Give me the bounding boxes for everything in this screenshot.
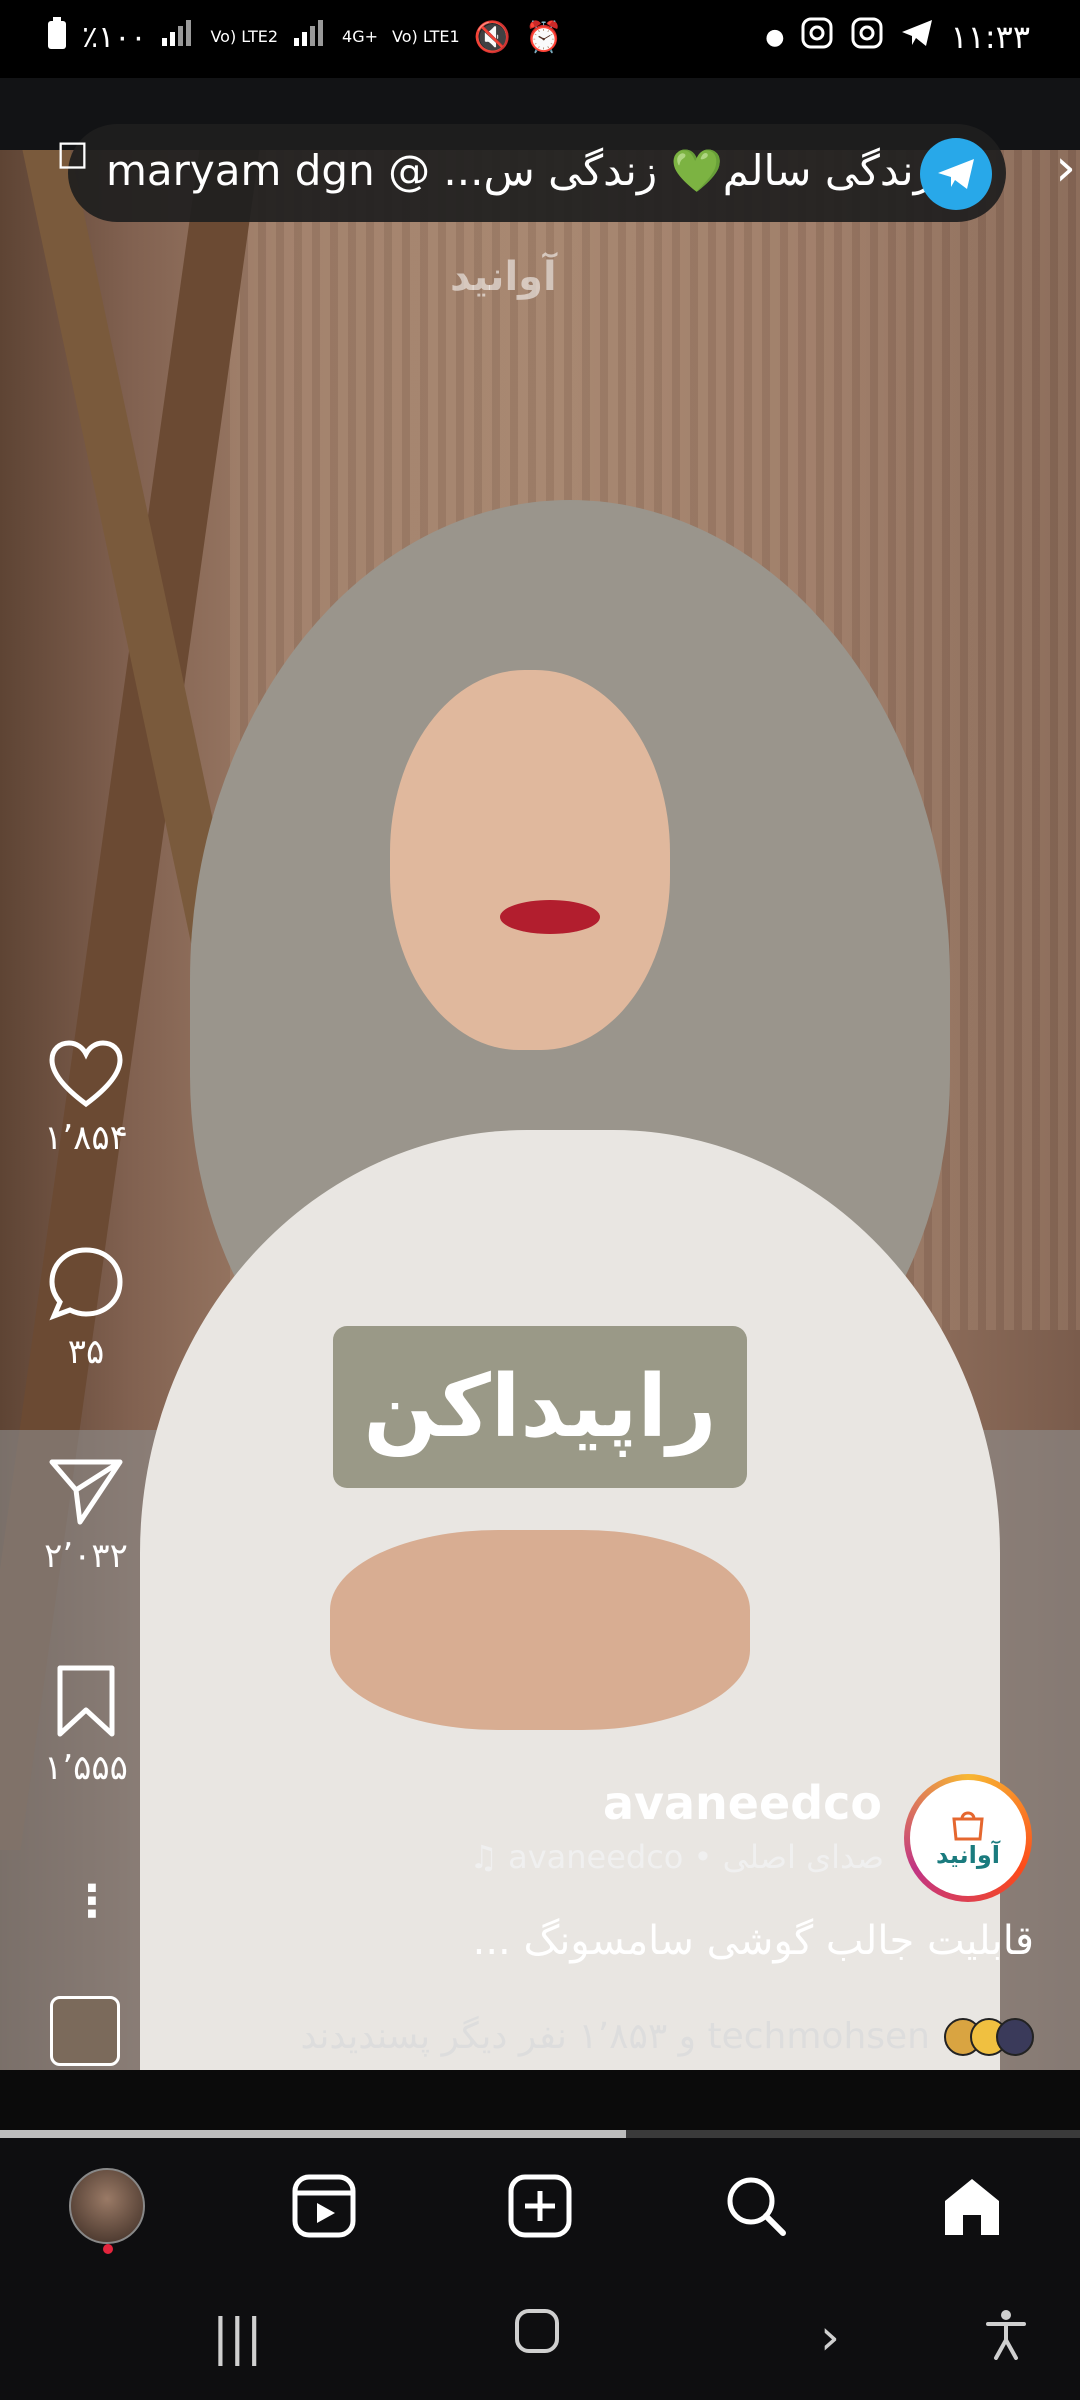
mute-icon: 🔇: [473, 19, 511, 55]
reels-icon: [292, 2174, 356, 2238]
send-icon: [49, 1459, 123, 1525]
author-username[interactable]: avaneedco: [603, 1776, 882, 1830]
audio-text: avaneedco • صدای اصلی: [508, 1838, 884, 1876]
like-count: ۱٬۸۵۴: [44, 1118, 128, 1158]
battery-percent: ٪۱۰۰: [82, 19, 147, 55]
camera-icon[interactable]: ◻: [56, 130, 89, 176]
network-label-1: Vo) LTE2: [210, 27, 279, 46]
promo-banner-text: maryam dgn @ ...زندگی سالم💚 زندگی س: [106, 146, 934, 195]
reel-video[interactable]: [0, 150, 1080, 2070]
forward-arrow-icon[interactable]: ›: [1055, 138, 1076, 198]
dot-icon: ●: [765, 24, 785, 50]
home-system-icon[interactable]: [514, 2308, 560, 2366]
bottom-nav: [0, 2138, 1080, 2268]
music-note-icon: ♫: [469, 1838, 499, 1876]
more-options-icon[interactable]: ⋮: [70, 1880, 114, 1924]
signal-icon: [160, 18, 196, 56]
liker-avatars: [944, 2017, 1034, 2056]
liked-by-row[interactable]: techmohsen و ۱٬۸۵۳ نفر دیگر پسندیدند: [300, 2016, 1034, 2057]
author-avatar[interactable]: آوانید: [904, 1774, 1032, 1902]
shopping-bag-icon: [952, 1811, 984, 1841]
plus-icon: [508, 2174, 572, 2238]
avatar-label: آوانید: [935, 1841, 1001, 1869]
nav-home[interactable]: [932, 2166, 1012, 2246]
save-button[interactable]: ۱٬۵۵۵: [36, 1664, 136, 1788]
recent-apps-icon[interactable]: |||: [212, 2308, 263, 2366]
accessibility-icon[interactable]: [984, 2308, 1028, 2372]
profile-avatar: [69, 2168, 145, 2244]
share-count: ۲٬۰۳۲: [44, 1536, 128, 1576]
network-label-2: 4G+: [342, 27, 379, 46]
reel-description[interactable]: قابلیت جالب گوشی سامسونگ ...: [473, 1918, 1034, 1964]
telegram-status-icon: [900, 18, 934, 56]
audio-thumbnail[interactable]: [50, 1996, 120, 2066]
video-caption-overlay: راپیداکن: [333, 1326, 747, 1488]
status-bar-right: ● ۱۱:۳۳: [765, 16, 1030, 58]
hands: [330, 1530, 750, 1730]
nav-profile[interactable]: [67, 2166, 147, 2254]
video-progress-bar[interactable]: [0, 2130, 1080, 2138]
lips: [500, 900, 600, 934]
home-icon: [945, 2179, 999, 2235]
nav-search[interactable]: [716, 2166, 796, 2246]
signal-icon-2: [292, 18, 328, 56]
bookmark-icon: [57, 1665, 115, 1737]
nav-reels[interactable]: [284, 2166, 364, 2246]
clock: ۱۱:۳۳: [950, 18, 1030, 56]
status-bar: ٪۱۰۰ Vo) LTE2 4G+ Vo) LTE1 🔇 ⏰ ● ۱۱:۳۳: [0, 0, 1080, 78]
video-progress-fill: [0, 2130, 627, 2138]
network-label-3: Vo) LTE1: [392, 27, 460, 46]
share-button[interactable]: ۲٬۰۳۲: [36, 1456, 136, 1576]
save-count: ۱٬۵۵۵: [44, 1748, 128, 1788]
battery-icon: [46, 16, 68, 58]
comment-count: ۳۵: [67, 1332, 105, 1372]
heart-icon: [49, 1040, 123, 1108]
avatar: [996, 2017, 1034, 2056]
comment-button[interactable]: ۳۵: [36, 1246, 136, 1372]
back-icon[interactable]: ›: [820, 2308, 840, 2366]
comment-icon: [49, 1247, 123, 1321]
notification-dot: [103, 2244, 113, 2254]
promo-banner[interactable]: maryam dgn @ ...زندگی سالم💚 زندگی س: [68, 124, 1006, 222]
face: [390, 670, 670, 1050]
status-bar-left: ٪۱۰۰ Vo) LTE2 4G+ Vo) LTE1 🔇 ⏰: [46, 16, 562, 58]
audio-info[interactable]: ♫ avaneedco • صدای اصلی: [469, 1838, 884, 1876]
avaneed-logo: آوانید: [910, 1780, 1026, 1896]
like-button[interactable]: ۱٬۸۵۴: [36, 1040, 136, 1158]
instagram-icon-2: [850, 16, 884, 58]
telegram-icon: [920, 138, 992, 210]
system-nav-bar: ||| ›: [0, 2268, 1080, 2400]
search-icon: [727, 2177, 786, 2236]
liked-by-text: techmohsen و ۱٬۸۵۳ نفر دیگر پسندیدند: [300, 2016, 930, 2057]
video-watermark: آوانید: [450, 254, 557, 300]
instagram-icon: [800, 16, 834, 58]
nav-create[interactable]: [500, 2166, 580, 2246]
alarm-icon: ⏰: [524, 19, 563, 55]
